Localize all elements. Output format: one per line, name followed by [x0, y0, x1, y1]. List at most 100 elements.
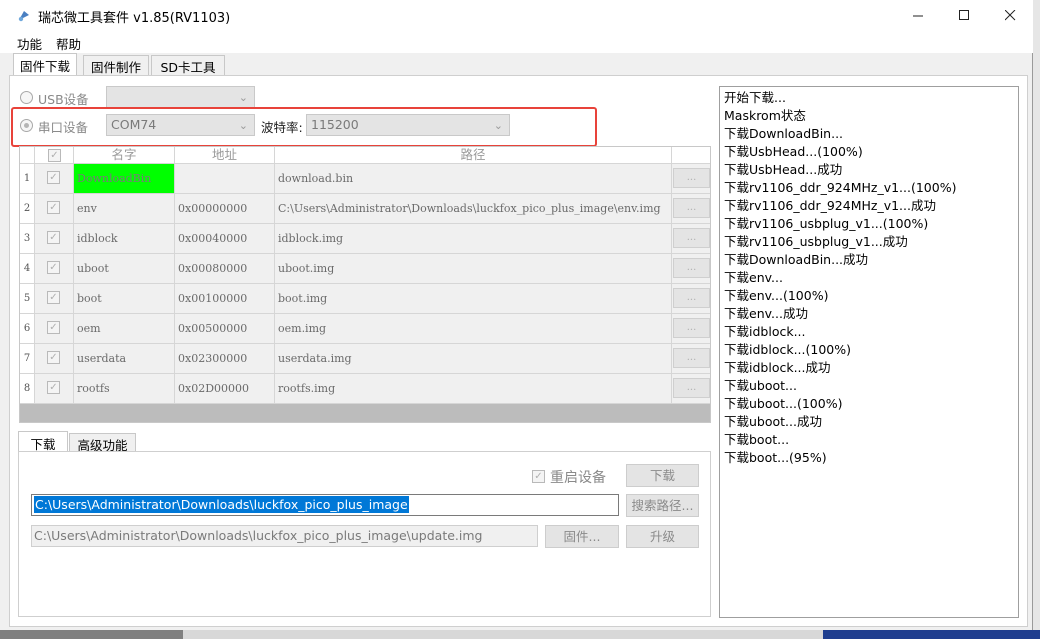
usb-device-select[interactable]: ⌄ — [106, 86, 255, 108]
row-path[interactable]: userdata.img — [275, 344, 672, 374]
row-browse-button[interactable]: ... — [673, 198, 710, 218]
log-line: 下载DownloadBin... — [724, 126, 844, 141]
menu-help[interactable]: 帮助 — [56, 34, 81, 53]
row-name: oem — [74, 314, 175, 344]
firmware-button[interactable]: 固件... — [545, 525, 619, 548]
download-button[interactable]: 下载 — [626, 464, 699, 487]
log-line: 下载uboot...(100%) — [724, 396, 843, 411]
row-name: uboot — [74, 254, 175, 284]
row-path[interactable]: download.bin — [275, 164, 672, 194]
table-header-check[interactable]: ✓ — [35, 147, 74, 164]
log-output[interactable]: 开始下载... Maskrom状态 下载DownloadBin... 下载UsbHea… — [719, 86, 1019, 618]
row-number: 7 — [20, 344, 35, 374]
maximize-icon[interactable] — [941, 0, 987, 31]
row-path[interactable]: C:\Users\Administrator\Downloads\luckfox… — [275, 194, 672, 224]
row-address[interactable]: 0x00500000 — [175, 314, 275, 344]
tab-firmware-download[interactable]: 固件下载 — [13, 53, 77, 76]
chevron-down-icon: ⌄ — [238, 91, 248, 104]
log-line: 下载UsbHead...成功 — [724, 162, 843, 177]
partition-table: ✓ 名字 地址 路径 1 ✓ DownloadBin download.bin... 2… — [19, 146, 711, 423]
row-browse-cell: ... — [672, 314, 710, 344]
row-browse-button[interactable]: ... — [673, 348, 710, 368]
search-path-button[interactable]: 搜索路径... — [626, 494, 699, 517]
row-address[interactable]: 0x00100000 — [175, 284, 275, 314]
log-line: 下载uboot...成功 — [724, 414, 822, 429]
row-browse-button[interactable]: ... — [673, 318, 710, 338]
row-check-cell[interactable]: ✓ — [35, 314, 74, 344]
row-name: idblock — [74, 224, 175, 254]
select-all-checkbox[interactable]: ✓ — [48, 149, 61, 162]
row-browse-cell: ... — [672, 284, 710, 314]
log-line: 开始下载... — [724, 90, 786, 105]
log-line: 下载boot...(95%) — [724, 450, 827, 465]
app-icon — [18, 11, 29, 22]
log-line: 下载DownloadBin...成功 — [724, 252, 869, 267]
row-path[interactable]: rootfs.img — [275, 374, 672, 404]
desktop-edge — [1033, 0, 1040, 630]
table-header-name: 名字 — [74, 147, 175, 164]
row-checkbox[interactable]: ✓ — [47, 201, 60, 214]
menu-bar: 功能 帮助 — [0, 31, 1033, 53]
update-image-input[interactable]: C:\Users\Administrator\Downloads\luckfox… — [31, 525, 538, 547]
row-number: 1 — [20, 164, 35, 194]
menu-function[interactable]: 功能 — [17, 34, 42, 53]
table-header-browse — [672, 147, 710, 164]
row-check-cell[interactable]: ✓ — [35, 254, 74, 284]
row-name: DownloadBin — [74, 164, 175, 194]
row-path[interactable]: idblock.img — [275, 224, 672, 254]
row-address[interactable]: 0x00080000 — [175, 254, 275, 284]
log-line: 下载rv1106_ddr_924MHz_v1...成功 — [724, 198, 936, 213]
tab-sd-tool[interactable]: SD卡工具 — [151, 55, 225, 76]
row-check-cell[interactable]: ✓ — [35, 194, 74, 224]
title-bar: 瑞芯微工具套件 v1.85(RV1103) — [0, 0, 1033, 31]
row-check-cell[interactable]: ✓ — [35, 284, 74, 314]
log-line: 下载env...成功 — [724, 306, 808, 321]
row-address[interactable] — [175, 164, 275, 194]
log-line: 下载rv1106_usbplug_v1...(100%) — [724, 216, 929, 231]
log-line: 下载env... — [724, 270, 783, 285]
row-path[interactable]: boot.img — [275, 284, 672, 314]
row-checkbox[interactable]: ✓ — [47, 351, 60, 364]
tab-firmware-make[interactable]: 固件制作 — [83, 55, 149, 76]
row-check-cell[interactable]: ✓ — [35, 224, 74, 254]
row-browse-cell: ... — [672, 224, 710, 254]
row-browse-button[interactable]: ... — [673, 258, 710, 278]
row-browse-button[interactable]: ... — [673, 288, 710, 308]
row-browse-cell: ... — [672, 164, 710, 194]
annotation-highlight-box — [11, 107, 597, 147]
row-checkbox[interactable]: ✓ — [47, 261, 60, 274]
row-checkbox[interactable]: ✓ — [47, 171, 60, 184]
row-address[interactable]: 0x00040000 — [175, 224, 275, 254]
row-path[interactable]: oem.img — [275, 314, 672, 344]
row-browse-button[interactable]: ... — [673, 228, 710, 248]
row-check-cell[interactable]: ✓ — [35, 164, 74, 194]
row-checkbox[interactable]: ✓ — [47, 381, 60, 394]
row-address[interactable]: 0x02D00000 — [175, 374, 275, 404]
close-icon[interactable] — [987, 0, 1033, 31]
row-check-cell[interactable]: ✓ — [35, 344, 74, 374]
log-line: 下载idblock...成功 — [724, 360, 831, 375]
row-checkbox[interactable]: ✓ — [47, 231, 60, 244]
row-check-cell[interactable]: ✓ — [35, 374, 74, 404]
row-browse-button[interactable]: ... — [673, 168, 710, 188]
firmware-path-input[interactable]: C:\Users\Administrator\Downloads\luckfox… — [31, 494, 619, 516]
minimize-icon[interactable] — [895, 0, 941, 31]
row-address[interactable]: 0x02300000 — [175, 344, 275, 374]
row-address[interactable]: 0x00000000 — [175, 194, 275, 224]
usb-device-radio[interactable] — [20, 91, 33, 104]
log-line: 下载UsbHead...(100%) — [724, 144, 863, 159]
desktop-strip-right — [823, 630, 1040, 639]
usb-device-label: USB设备 — [38, 92, 89, 107]
row-browse-cell: ... — [672, 194, 710, 224]
row-name: env — [74, 194, 175, 224]
row-number: 3 — [20, 224, 35, 254]
upgrade-button[interactable]: 升级 — [626, 525, 699, 548]
row-number: 5 — [20, 284, 35, 314]
row-checkbox[interactable]: ✓ — [47, 291, 60, 304]
restart-device-checkbox[interactable]: ✓ — [532, 470, 545, 483]
row-browse-button[interactable]: ... — [673, 378, 710, 398]
log-line: 下载idblock...(100%) — [724, 342, 851, 357]
row-path[interactable]: uboot.img — [275, 254, 672, 284]
window-title: 瑞芯微工具套件 v1.85(RV1103) — [38, 11, 231, 26]
row-checkbox[interactable]: ✓ — [47, 321, 60, 334]
